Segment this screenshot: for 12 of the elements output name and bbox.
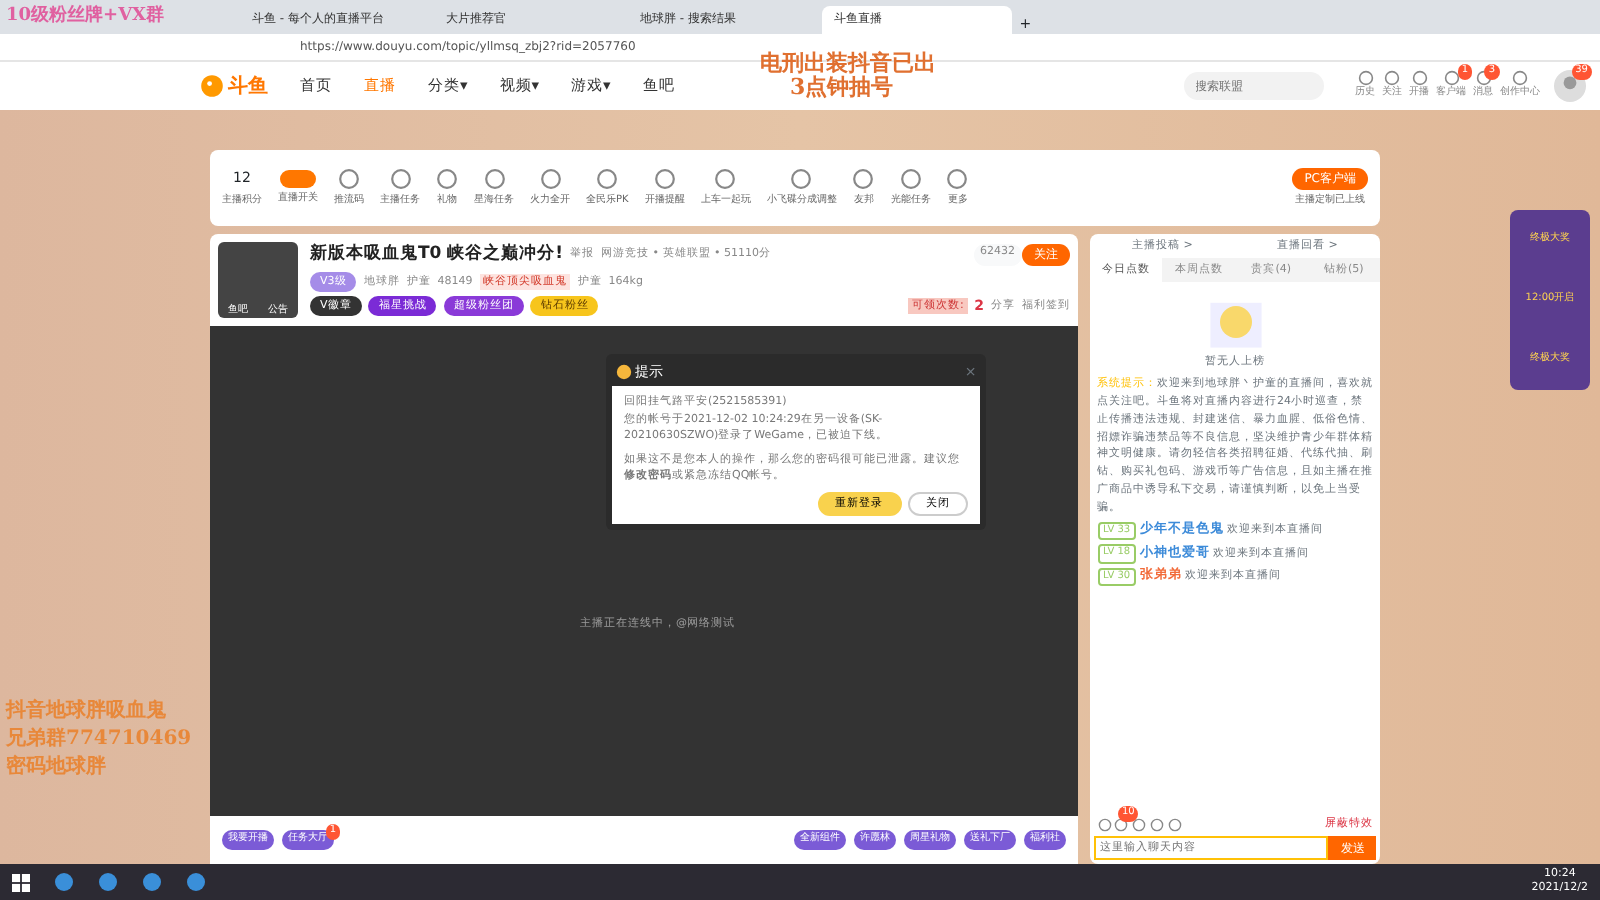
overlay-text: 抖音地球胖吸血鬼 [6,696,166,726]
fish-logo-icon [200,74,224,98]
start-icon [12,873,30,891]
room-title: 新版本吸血鬼T0 峡谷之巅冲分! [310,242,564,268]
overlay-text: 电刑出装抖音已出 [760,48,936,76]
overlay-text: 10级粉丝牌+VX群 [6,4,165,30]
logo-text: 斗鱼 [228,73,268,101]
overlay-text: 密码地球胖 [6,753,106,782]
overlay-text: 兄弟群774710469 [6,725,192,754]
live-toggle[interactable] [280,169,316,188]
app-logo-icon [615,364,632,381]
overlay-text: 3点钟抽号 [790,74,894,104]
